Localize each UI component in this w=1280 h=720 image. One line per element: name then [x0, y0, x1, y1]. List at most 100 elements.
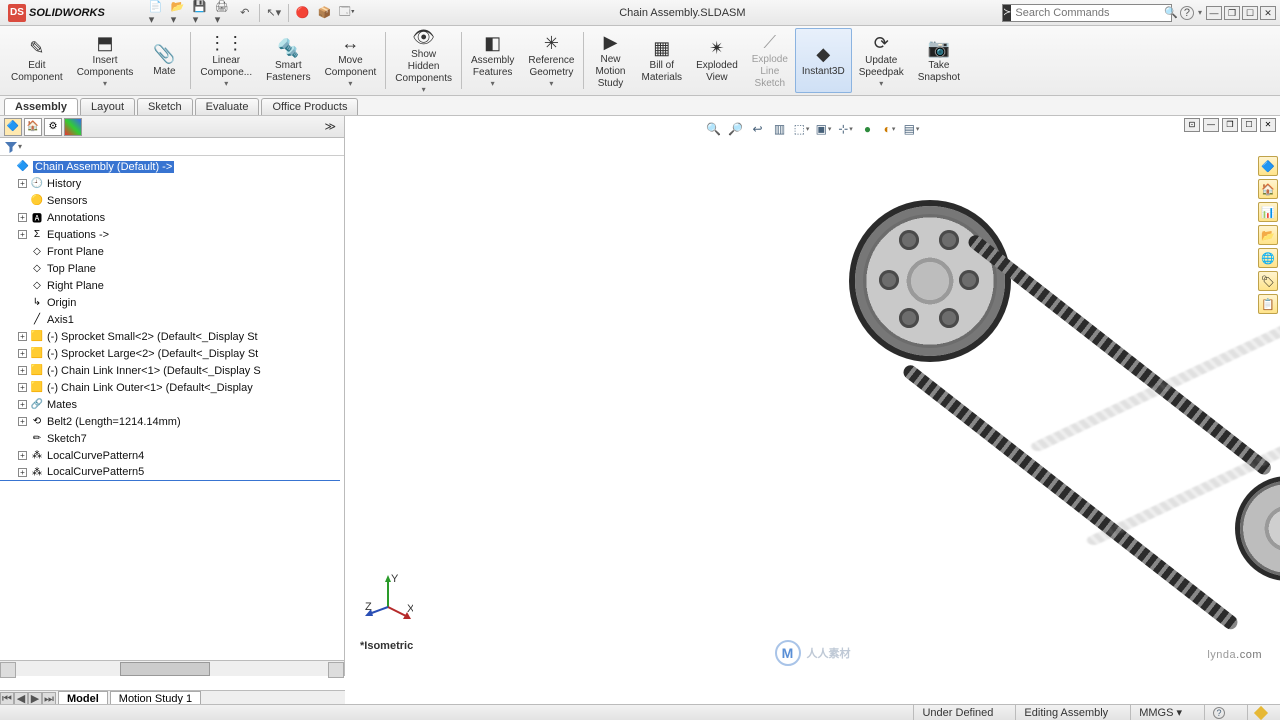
dropdown-arrow-icon[interactable] [422, 85, 426, 95]
tree-node[interactable]: ╱Axis1 [0, 311, 344, 328]
search-commands[interactable]: ≻ 🔍 [1002, 4, 1172, 22]
display-style-icon[interactable]: ▣ [815, 120, 833, 138]
collapse-panel-icon[interactable]: ≫ [320, 120, 340, 133]
dropdown-arrow-icon[interactable] [879, 79, 883, 89]
options-icon[interactable]: 📦 [317, 5, 333, 21]
ribbon-assembly[interactable]: ◧Assembly Features [464, 28, 521, 93]
doc-tab-assembly[interactable]: Assembly [4, 98, 78, 115]
search-icon[interactable]: 🔍 [1161, 6, 1181, 19]
expand-icon[interactable]: + [18, 400, 27, 409]
vp-a-icon[interactable]: ⊡ [1184, 118, 1200, 132]
prev-view-icon[interactable]: ↩ [749, 120, 767, 138]
ribbon-linear[interactable]: ⋮⋮Linear Compone... [193, 28, 259, 93]
tree-node[interactable]: +⁂LocalCurvePattern5 [0, 464, 340, 481]
restore-button[interactable]: ❐ [1224, 6, 1240, 20]
new-doc-icon[interactable]: 📄▾ [149, 5, 165, 21]
ribbon-smart[interactable]: 🔩Smart Fasteners [259, 28, 317, 93]
tree-node[interactable]: +ΣEquations -> [0, 226, 344, 243]
config-manager-tab-icon[interactable]: ⚙ [44, 118, 62, 136]
tree-node[interactable]: ◇Top Plane [0, 260, 344, 277]
dropdown-arrow-icon[interactable] [103, 79, 107, 89]
expand-icon[interactable]: + [18, 417, 27, 426]
print-icon[interactable]: 🖨▾ [215, 5, 231, 21]
status-units[interactable]: MMGS ▾ [1130, 705, 1190, 720]
vp-minimize-icon[interactable]: — [1203, 118, 1219, 132]
tree-node[interactable]: +🟨(-) Chain Link Inner<1> (Default<_Disp… [0, 362, 344, 379]
scene-icon[interactable]: ◐ [881, 120, 899, 138]
filter-bar[interactable]: ▾ [0, 138, 344, 156]
ribbon-take[interactable]: 📷Take Snapshot [911, 28, 967, 93]
ribbon-instant3d[interactable]: ◆Instant3D [795, 28, 852, 93]
expand-icon[interactable]: + [18, 366, 27, 375]
tree-node[interactable]: ◇Right Plane [0, 277, 344, 294]
tree-node[interactable]: ↳Origin [0, 294, 344, 311]
doc-tab-evaluate[interactable]: Evaluate [195, 98, 260, 115]
appearance-icon[interactable]: ● [859, 120, 877, 138]
tree-node[interactable]: +🕘History [0, 175, 344, 192]
expand-icon[interactable]: + [18, 451, 27, 460]
expand-icon[interactable]: + [18, 332, 27, 341]
save-icon[interactable]: 💾▾ [193, 5, 209, 21]
minimize-button[interactable]: — [1206, 6, 1222, 20]
sw-resources-icon[interactable]: 🔷 [1258, 156, 1278, 176]
vp-restore-icon[interactable]: ❐ [1222, 118, 1238, 132]
ribbon-exploded[interactable]: ✴Exploded View [689, 28, 745, 93]
vp-max-icon[interactable]: ☐ [1241, 118, 1257, 132]
status-help-icon[interactable]: ? [1213, 707, 1225, 719]
hide-show-icon[interactable]: ⊹ [837, 120, 855, 138]
close-button[interactable]: ✕ [1260, 6, 1276, 20]
horizontal-scrollbar[interactable] [0, 660, 344, 676]
tree-node[interactable]: +🟨(-) Sprocket Large<2> (Default<_Displa… [0, 345, 344, 362]
tree-node[interactable]: 🔷Chain Assembly (Default) -> [0, 158, 344, 175]
dropdown-arrow-icon[interactable] [224, 79, 228, 89]
ribbon-insert[interactable]: ⬒Insert Components [70, 28, 141, 93]
ribbon-update[interactable]: ⟳Update Speedpak [852, 28, 911, 93]
status-rebuild-icon[interactable] [1254, 705, 1268, 719]
filter-icon[interactable] [4, 140, 18, 154]
tree-node[interactable]: +⁂LocalCurvePattern4 [0, 447, 344, 464]
expand-icon[interactable]: + [18, 230, 27, 239]
tree-node[interactable]: ◇Front Plane [0, 243, 344, 260]
expand-icon[interactable]: + [18, 179, 27, 188]
feature-tree-tab-icon[interactable]: 🔷 [4, 118, 22, 136]
tree-node[interactable]: +⟲Belt2 (Length=1214.14mm) [0, 413, 344, 430]
tree-node[interactable]: ✏Sketch7 [0, 430, 344, 447]
view-orientation-icon[interactable]: ⬚ [793, 120, 811, 138]
tree-node[interactable]: +🟨(-) Chain Link Outer<1> (Default<_Disp… [0, 379, 344, 396]
dropdown-arrow-icon[interactable] [549, 79, 553, 89]
ribbon-reference[interactable]: ✳Reference Geometry [521, 28, 581, 93]
zoom-fit-icon[interactable]: 🔍 [705, 120, 723, 138]
select-icon[interactable]: ↖▾ [266, 5, 282, 21]
ribbon-move[interactable]: ↔Move Component [318, 28, 384, 93]
view-settings-icon[interactable]: ▤ [903, 120, 921, 138]
tree-node[interactable]: 🟡Sensors [0, 192, 344, 209]
ribbon-mate[interactable]: 📎Mate [140, 28, 188, 93]
graphics-viewport[interactable]: 🔍 🔎 ↩ ▥ ⬚ ▣ ⊹ ● ◐ ▤ ⊡ — ❐ ☐ ✕ 🔷 🏠 📊 📂 🌐 … [345, 116, 1280, 676]
zoom-area-icon[interactable]: 🔎 [727, 120, 745, 138]
undo-icon[interactable]: ↶ [237, 5, 253, 21]
feature-tree[interactable]: 🔷Chain Assembly (Default) ->+🕘History🟡Se… [0, 156, 344, 660]
maximize-button[interactable]: ☐ [1242, 6, 1258, 20]
dropdown-arrow-icon[interactable] [348, 79, 352, 89]
expand-icon[interactable]: + [18, 349, 27, 358]
search-input[interactable] [1011, 7, 1161, 19]
tree-node[interactable]: +🔗Mates [0, 396, 344, 413]
dropdown-arrow-icon[interactable] [491, 79, 495, 89]
tree-node[interactable]: +🟨(-) Sprocket Small<2> (Default<_Displa… [0, 328, 344, 345]
vp-close-icon[interactable]: ✕ [1260, 118, 1276, 132]
ribbon-show[interactable]: 👁Show Hidden Components [388, 28, 459, 93]
section-view-icon[interactable]: ▥ [771, 120, 789, 138]
settings-icon[interactable]: 🗔▾ [339, 5, 355, 21]
help-icon[interactable]: ? [1180, 6, 1194, 20]
open-icon[interactable]: 📂▾ [171, 5, 187, 21]
ribbon-bill-of[interactable]: ▦Bill of Materials [634, 28, 689, 93]
ribbon-new[interactable]: ▶New Motion Study [586, 28, 634, 93]
expand-icon[interactable]: + [18, 213, 27, 222]
doc-tab-office-products[interactable]: Office Products [261, 98, 358, 115]
ribbon-explode[interactable]: ⟋Explode Line Sketch [745, 28, 795, 93]
scrollbar-thumb[interactable] [120, 662, 210, 676]
ribbon-edit[interactable]: ✎Edit Component [4, 28, 70, 93]
rebuild-icon[interactable]: 🔴 [295, 5, 311, 21]
display-manager-tab-icon[interactable] [64, 118, 82, 136]
expand-icon[interactable]: + [18, 468, 27, 477]
